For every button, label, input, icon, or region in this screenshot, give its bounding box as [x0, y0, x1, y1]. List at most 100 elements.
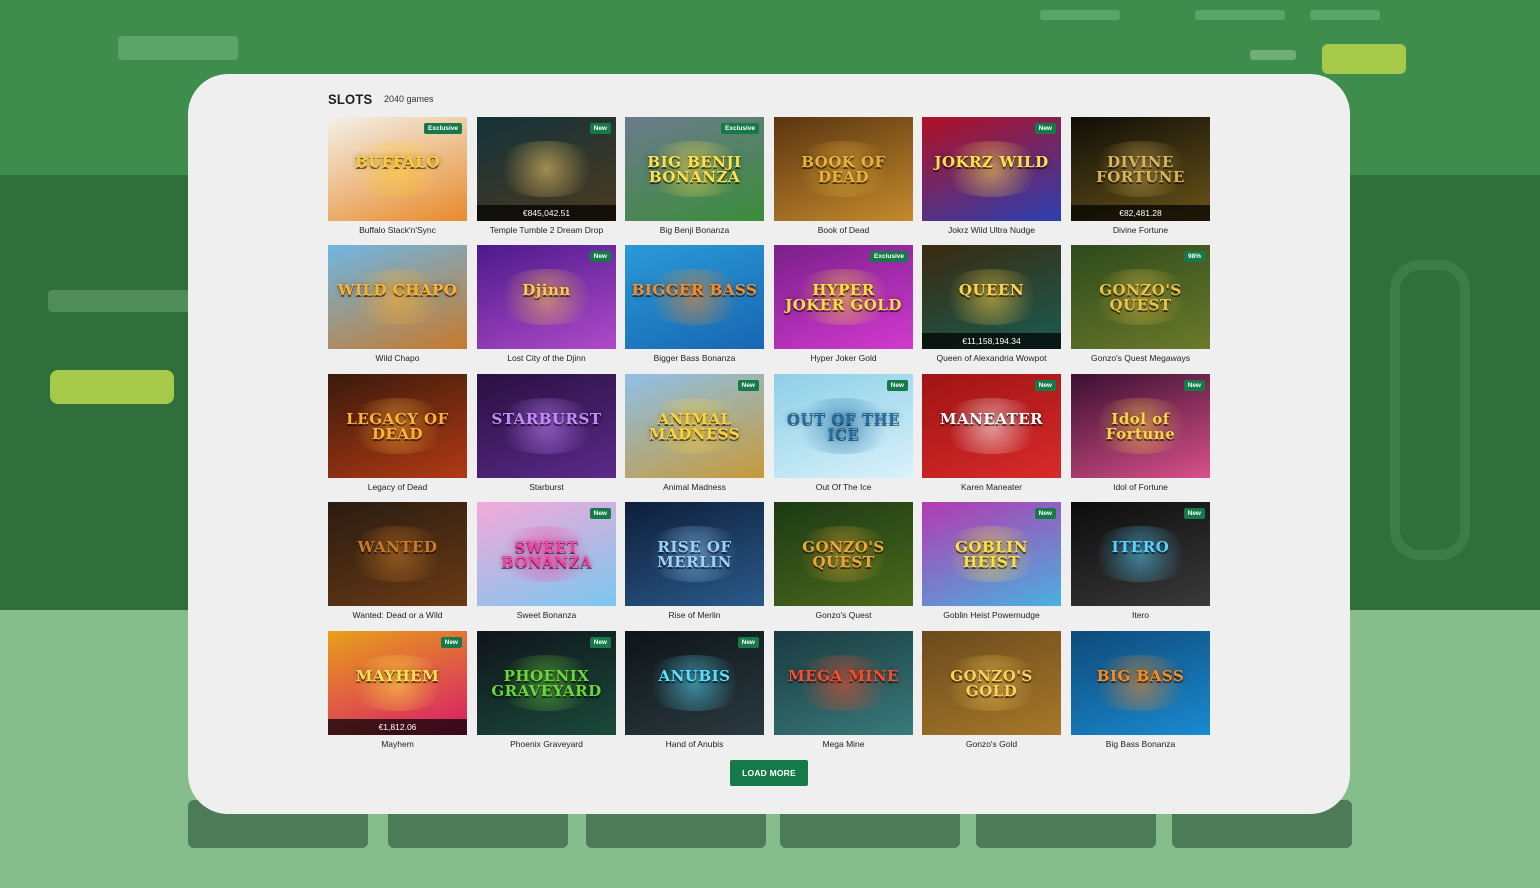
- game-tile[interactable]: ANUBIS New Hand of Anubis: [625, 631, 764, 759]
- game-name[interactable]: Wild Chapo: [328, 353, 467, 363]
- game-name[interactable]: Gonzo's Quest: [774, 610, 913, 620]
- game-badge: New: [589, 123, 611, 134]
- game-tile[interactable]: BOOK OF DEAD Book of Dead: [774, 117, 913, 245]
- game-thumbnail[interactable]: PHOENIX GRAVEYARD New: [477, 631, 616, 735]
- load-more-button[interactable]: LOAD MORE: [730, 760, 808, 786]
- game-tile[interactable]: ANIMAL MADNESS New Animal Madness: [625, 374, 764, 502]
- game-name[interactable]: Jokrz Wild Ultra Nudge: [922, 225, 1061, 235]
- game-name[interactable]: Starburst: [477, 482, 616, 492]
- game-thumbnail[interactable]: BIG BASS: [1071, 631, 1210, 735]
- game-name[interactable]: Gonzo's Gold: [922, 739, 1061, 749]
- game-tile[interactable]: Djinn New Lost City of the Djinn: [477, 245, 616, 373]
- game-thumbnail[interactable]: GOBLIN HEIST New: [922, 502, 1061, 606]
- game-tile[interactable]: OUT OF THE ICE New Out Of The Ice: [774, 374, 913, 502]
- game-thumbnail[interactable]: ANUBIS New: [625, 631, 764, 735]
- game-thumbnail[interactable]: MEGA MINE: [774, 631, 913, 735]
- game-logo: LEGACY OF DEAD: [346, 410, 449, 443]
- game-tile[interactable]: PHOENIX GRAVEYARD New Phoenix Graveyard: [477, 631, 616, 759]
- game-tile[interactable]: RISE OF MERLIN Rise of Merlin: [625, 502, 764, 630]
- game-logo: BOOK OF DEAD: [801, 153, 886, 186]
- game-thumbnail[interactable]: GONZO'S QUEST 98%: [1071, 245, 1210, 349]
- game-tile[interactable]: STARBURST Starburst: [477, 374, 616, 502]
- game-thumbnail[interactable]: BIGGER BASS: [625, 245, 764, 349]
- game-tile[interactable]: QUEEN €11,158,194.34 Queen of Alexandria W…: [922, 245, 1061, 373]
- game-name[interactable]: Sweet Bonanza: [477, 610, 616, 620]
- game-thumbnail[interactable]: QUEEN €11,158,194.34: [922, 245, 1061, 349]
- game-tile[interactable]: Idol of Fortune New Idol of Fortune: [1071, 374, 1210, 502]
- game-logo: GONZO'S QUEST: [802, 538, 885, 571]
- game-name[interactable]: Temple Tumble 2 Dream Drop: [477, 225, 616, 235]
- game-name[interactable]: Idol of Fortune: [1071, 482, 1210, 492]
- game-tile[interactable]: MEGA MINE Mega Mine: [774, 631, 913, 759]
- game-name[interactable]: Legacy of Dead: [328, 482, 467, 492]
- game-name[interactable]: Book of Dead: [774, 225, 913, 235]
- game-tile[interactable]: MANEATER New Karen Maneater: [922, 374, 1061, 502]
- game-name[interactable]: Big Bass Bonanza: [1071, 739, 1210, 749]
- game-thumbnail[interactable]: Idol of Fortune New: [1071, 374, 1210, 478]
- game-name[interactable]: Rise of Merlin: [625, 610, 764, 620]
- game-tile[interactable]: GONZO'S GOLD Gonzo's Gold: [922, 631, 1061, 759]
- game-name[interactable]: Out Of The Ice: [774, 482, 913, 492]
- game-thumbnail[interactable]: RISE OF MERLIN: [625, 502, 764, 606]
- game-thumbnail[interactable]: MAYHEM New €1,812.06: [328, 631, 467, 735]
- game-name[interactable]: Animal Madness: [625, 482, 764, 492]
- game-name[interactable]: Hyper Joker Gold: [774, 353, 913, 363]
- game-name[interactable]: Big Benji Bonanza: [625, 225, 764, 235]
- game-name[interactable]: Phoenix Graveyard: [477, 739, 616, 749]
- game-name[interactable]: Goblin Heist Powernudge: [922, 610, 1061, 620]
- game-tile[interactable]: GONZO'S QUEST Gonzo's Quest: [774, 502, 913, 630]
- game-tile[interactable]: GOBLIN HEIST New Goblin Heist Powernudge: [922, 502, 1061, 630]
- game-name[interactable]: Lost City of the Djinn: [477, 353, 616, 363]
- game-tile[interactable]: New €845,042.51 Temple Tumble 2 Dream Drop: [477, 117, 616, 245]
- game-badge: New: [589, 251, 611, 262]
- game-thumbnail[interactable]: Djinn New: [477, 245, 616, 349]
- game-thumbnail[interactable]: DIVINE FORTUNE €82,481.28: [1071, 117, 1210, 221]
- game-tile[interactable]: BIGGER BASS Bigger Bass Bonanza: [625, 245, 764, 373]
- game-tile[interactable]: BIG BASS Big Bass Bonanza: [1071, 631, 1210, 759]
- game-thumbnail[interactable]: BOOK OF DEAD: [774, 117, 913, 221]
- game-thumbnail[interactable]: New €845,042.51: [477, 117, 616, 221]
- game-thumbnail[interactable]: BIG BENJI BONANZA Exclusive: [625, 117, 764, 221]
- game-name[interactable]: Buffalo Stack'n'Sync: [328, 225, 467, 235]
- game-name[interactable]: Bigger Bass Bonanza: [625, 353, 764, 363]
- game-tile[interactable]: ITERO New Itero: [1071, 502, 1210, 630]
- game-name[interactable]: Itero: [1071, 610, 1210, 620]
- game-thumbnail[interactable]: WILD CHAPO: [328, 245, 467, 349]
- game-thumbnail[interactable]: ANIMAL MADNESS New: [625, 374, 764, 478]
- game-name[interactable]: Divine Fortune: [1071, 225, 1210, 235]
- game-name[interactable]: Wanted: Dead or a Wild: [328, 610, 467, 620]
- game-thumbnail[interactable]: BUFFALO Exclusive: [328, 117, 467, 221]
- game-tile[interactable]: BUFFALO Exclusive Buffalo Stack'n'Sync: [328, 117, 467, 245]
- game-name[interactable]: Hand of Anubis: [625, 739, 764, 749]
- game-thumbnail[interactable]: MANEATER New: [922, 374, 1061, 478]
- background-nav-item: [1040, 10, 1120, 20]
- game-badge: New: [1034, 508, 1056, 519]
- game-name[interactable]: Karen Maneater: [922, 482, 1061, 492]
- game-tile[interactable]: BIG BENJI BONANZA Exclusive Big Benji Bona…: [625, 117, 764, 245]
- jackpot-amount: €11,158,194.34: [922, 333, 1061, 349]
- game-thumbnail[interactable]: JOKRZ WILD New: [922, 117, 1061, 221]
- game-tile[interactable]: WANTED Wanted: Dead or a Wild: [328, 502, 467, 630]
- game-name[interactable]: Mega Mine: [774, 739, 913, 749]
- game-tile[interactable]: JOKRZ WILD New Jokrz Wild Ultra Nudge: [922, 117, 1061, 245]
- game-tile[interactable]: GONZO'S QUEST 98% Gonzo's Quest Megaways: [1071, 245, 1210, 373]
- game-tile[interactable]: WILD CHAPO Wild Chapo: [328, 245, 467, 373]
- game-thumbnail[interactable]: ITERO New: [1071, 502, 1210, 606]
- game-logo: GOBLIN HEIST: [955, 538, 1028, 571]
- game-name[interactable]: Gonzo's Quest Megaways: [1071, 353, 1210, 363]
- game-thumbnail[interactable]: WANTED: [328, 502, 467, 606]
- game-tile[interactable]: HYPER JOKER GOLD Exclusive Hyper Joker Gol…: [774, 245, 913, 373]
- game-name[interactable]: Queen of Alexandria Wowpot: [922, 353, 1061, 363]
- game-thumbnail[interactable]: SWEET BONANZA New: [477, 502, 616, 606]
- game-thumbnail[interactable]: STARBURST: [477, 374, 616, 478]
- game-tile[interactable]: LEGACY OF DEAD Legacy of Dead: [328, 374, 467, 502]
- game-tile[interactable]: MAYHEM New €1,812.06 Mayhem: [328, 631, 467, 759]
- game-thumbnail[interactable]: OUT OF THE ICE New: [774, 374, 913, 478]
- game-thumbnail[interactable]: HYPER JOKER GOLD Exclusive: [774, 245, 913, 349]
- game-thumbnail[interactable]: GONZO'S GOLD: [922, 631, 1061, 735]
- game-name[interactable]: Mayhem: [328, 739, 467, 749]
- game-thumbnail[interactable]: LEGACY OF DEAD: [328, 374, 467, 478]
- game-thumbnail[interactable]: GONZO'S QUEST: [774, 502, 913, 606]
- game-tile[interactable]: SWEET BONANZA New Sweet Bonanza: [477, 502, 616, 630]
- game-tile[interactable]: DIVINE FORTUNE €82,481.28 Divine Fortune: [1071, 117, 1210, 245]
